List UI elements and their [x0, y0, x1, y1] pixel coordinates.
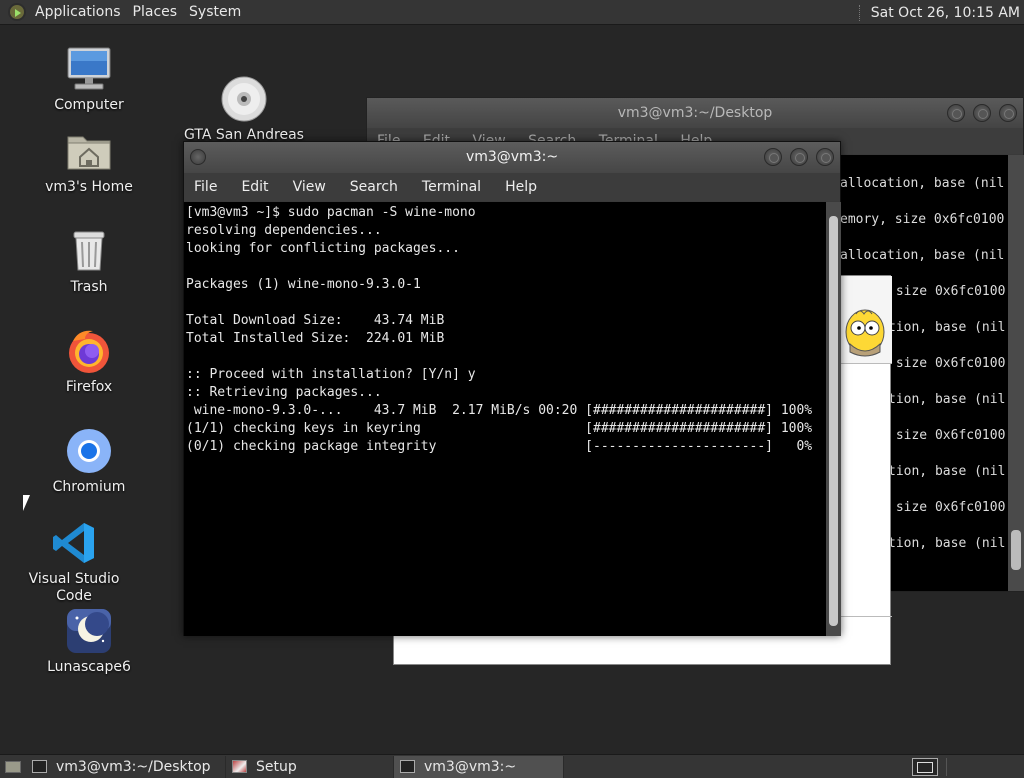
close-button[interactable]: [999, 104, 1017, 122]
scrollbar-thumb[interactable]: [829, 216, 838, 626]
setup-icon: [232, 760, 247, 773]
menu-help[interactable]: Help: [505, 173, 537, 201]
terminal-line: tion, base (nil: [888, 320, 1006, 335]
terminal-line: size 0x6fc0100: [888, 356, 1006, 371]
terminal-icon: [400, 760, 415, 773]
mascot-icon: [842, 306, 888, 362]
window-title: vm3@vm3:~/Desktop: [617, 105, 773, 121]
menu-search[interactable]: Search: [350, 173, 398, 201]
terminal-line: size 0x6fc0100: [888, 428, 1006, 443]
front-terminal-scrollbar[interactable]: [826, 202, 841, 636]
taskbar-item-label: vm3@vm3:~: [424, 758, 517, 775]
front-terminal-output[interactable]: [vm3@vm3 ~]$ sudo pacman -S wine-mono re…: [184, 202, 826, 636]
taskbar-item-label: vm3@vm3:~/Desktop: [56, 758, 211, 775]
workspace-2[interactable]: [946, 758, 1006, 776]
maximize-button[interactable]: [973, 104, 991, 122]
applications-logo-icon[interactable]: [8, 3, 26, 21]
terminal-line: (0/1) checking package integrity [------…: [186, 439, 813, 454]
terminal-line: Total Download Size: 43.74 MiB: [186, 313, 445, 328]
terminal-line: size 0x6fc0100: [888, 284, 1006, 299]
terminal-line: tion, base (nil: [888, 464, 1006, 479]
menu-applications[interactable]: Applications: [29, 0, 127, 25]
terminal-line: wine-mono-9.3.0-... 43.7 MiB 2.17 MiB/s …: [186, 403, 813, 418]
desktop-icon-trash[interactable]: Trash: [24, 227, 154, 296]
terminal-line: looking for conflicting packages...: [186, 241, 460, 256]
vscode-icon: [50, 519, 98, 567]
desktop-icon-vscode[interactable]: Visual Studio Code: [9, 519, 139, 605]
back-terminal-titlebar[interactable]: vm3@vm3:~/Desktop: [367, 98, 1023, 128]
front-terminal-menubar: File Edit View Search Terminal Help: [184, 173, 840, 201]
terminal-line: allocation, base (nil: [840, 248, 1005, 263]
desktop-icon-label: Trash: [70, 279, 108, 295]
menu-terminal[interactable]: Terminal: [422, 173, 481, 201]
minimize-button[interactable]: [947, 104, 965, 122]
desktop-icon-firefox[interactable]: Firefox: [24, 327, 154, 396]
desktop-icon-lunascape[interactable]: Lunascape6: [24, 607, 154, 676]
menu-places[interactable]: Places: [127, 0, 184, 25]
desktop-icon-label: Lunascape6: [47, 659, 131, 675]
maximize-button[interactable]: [790, 148, 808, 166]
menu-edit[interactable]: Edit: [241, 173, 268, 201]
menu-view[interactable]: View: [293, 173, 326, 201]
terminal-line: :: Proceed with installation? [Y/n] y: [186, 367, 476, 382]
clock[interactable]: Sat Oct 26, 10:15 AM: [871, 5, 1024, 21]
chromium-icon: [65, 427, 113, 475]
terminal-line: allocation, base (nil: [840, 176, 1005, 191]
front-terminal-titlebar[interactable]: vm3@vm3:~: [184, 142, 840, 173]
taskbar-item-home-terminal[interactable]: vm3@vm3:~: [394, 755, 564, 778]
top-panel: Applications Places System Sat Oct 26, 1…: [0, 0, 1024, 25]
desktop-icon-home[interactable]: vm3's Home: [24, 127, 154, 196]
terminal-line: tion, base (nil: [888, 536, 1006, 551]
terminal-line: [vm3@vm3 ~]$ sudo pacman -S wine-mono: [186, 205, 476, 220]
show-desktop-icon: [5, 760, 21, 773]
terminal-line: size 0x6fc0100: [888, 500, 1006, 515]
lunascape-icon: [65, 607, 113, 655]
window-title: vm3@vm3:~: [465, 149, 559, 165]
terminal-line: resolving dependencies...: [186, 223, 382, 238]
mouse-pointer-icon: [23, 495, 35, 511]
desktop-icon-label: vm3's Home: [45, 179, 133, 195]
terminal-line: (1/1) checking keys in keyring [########…: [186, 421, 813, 436]
front-terminal-window[interactable]: vm3@vm3:~ File Edit View Search Terminal…: [183, 141, 841, 636]
workspace-switcher[interactable]: [912, 758, 938, 776]
bottom-panel: vm3@vm3:~/Desktop Setup vm3@vm3:~: [0, 754, 1024, 778]
minimize-button[interactable]: [764, 148, 782, 166]
desktop-icon-chromium[interactable]: Chromium: [24, 427, 154, 496]
terminal-line: Packages (1) wine-mono-9.3.0-1: [186, 277, 421, 292]
taskbar-item-desktop-terminal[interactable]: vm3@vm3:~/Desktop: [26, 755, 226, 778]
menu-system[interactable]: System: [183, 0, 247, 25]
menu-file[interactable]: File: [194, 173, 217, 201]
terminal-line: Total Installed Size: 224.01 MiB: [186, 331, 445, 346]
terminal-line: emory, size 0x6fc0100: [840, 212, 1005, 227]
panel-separator: [858, 4, 861, 21]
home-folder-icon: [65, 127, 113, 175]
scrollbar-thumb[interactable]: [1011, 530, 1021, 570]
window-menu-button[interactable]: [190, 149, 206, 165]
show-desktop-button[interactable]: [0, 756, 26, 778]
desktop-icon-label: Firefox: [65, 379, 113, 395]
desktop-icon-label: Visual Studio Code: [28, 571, 120, 604]
desktop-icon-label: Chromium: [52, 479, 126, 495]
terminal-line: tion, base (nil: [888, 392, 1006, 407]
workspace-1[interactable]: [917, 762, 933, 773]
taskbar-item-setup[interactable]: Setup: [226, 755, 394, 778]
trash-icon: [65, 227, 113, 275]
terminal-icon: [32, 760, 47, 773]
terminal-line: :: Retrieving packages...: [186, 385, 382, 400]
desktop-icon-label: Computer: [54, 97, 124, 113]
desktop-icon-computer[interactable]: Computer: [24, 45, 154, 114]
close-button[interactable]: [816, 148, 834, 166]
computer-icon: [65, 45, 113, 93]
firefox-icon: [65, 327, 113, 375]
taskbar-item-label: Setup: [256, 758, 297, 775]
disc-icon: [220, 60, 268, 122]
back-terminal-scrollbar[interactable]: [1008, 155, 1024, 591]
